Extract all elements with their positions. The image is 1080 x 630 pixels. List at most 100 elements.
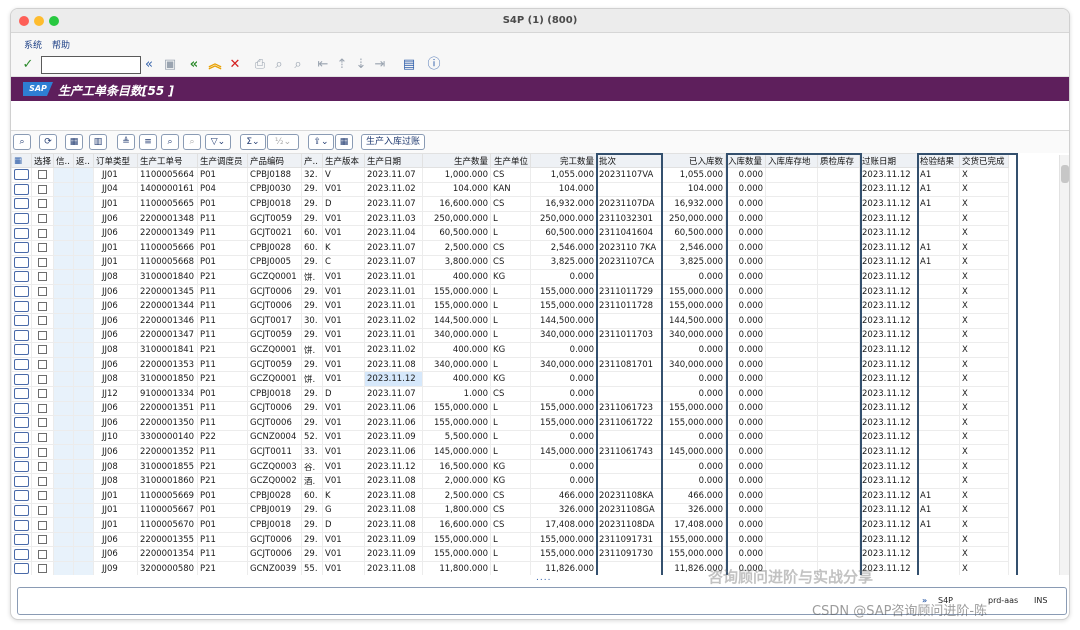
select-checkbox-cell[interactable] xyxy=(30,415,55,431)
table-row[interactable]: JJ01 1100005669 P01 CPBJ0028 60. K 2023.11.08 2… xyxy=(11,488,1010,504)
column-header[interactable]: 入库数量 xyxy=(725,153,767,168)
sort-descending-icon[interactable]: ≡ xyxy=(139,134,157,150)
select-checkbox[interactable] xyxy=(38,447,47,457)
select-checkbox[interactable] xyxy=(38,330,47,340)
table-row[interactable]: JJ06 2200001346 P11 GCJT0017 30. V01 2023.11.0… xyxy=(11,312,1010,329)
select-checkbox-cell[interactable] xyxy=(30,327,55,344)
details-icon[interactable]: ⌕ xyxy=(13,134,31,150)
row-selector[interactable] xyxy=(11,225,32,241)
select-checkbox[interactable] xyxy=(38,199,47,209)
table-row[interactable]: JJ12 9100001334 P01 CPBJ0018 29. D 2023.11.07 1… xyxy=(11,385,1010,402)
select-checkbox-cell[interactable] xyxy=(30,356,55,373)
column-header[interactable]: 已入库数 xyxy=(662,153,727,168)
select-checkbox-cell[interactable] xyxy=(30,561,55,575)
row-selector[interactable] xyxy=(11,327,32,344)
row-selector[interactable] xyxy=(11,254,32,271)
command-history-icon[interactable]: « xyxy=(141,57,157,73)
select-checkbox[interactable] xyxy=(38,272,47,282)
table-row[interactable]: JJ06 2200001351 P11 GCJT0006 29. V01 2023.11.0… xyxy=(11,400,1010,417)
column-header[interactable]: 过账日期 xyxy=(859,153,919,168)
column-header[interactable]: 质检库存 xyxy=(817,153,861,168)
row-select-box[interactable] xyxy=(14,519,29,531)
select-checkbox-cell[interactable] xyxy=(30,546,55,563)
row-select-box[interactable] xyxy=(14,359,29,371)
select-all-icon[interactable]: ▦ xyxy=(65,134,83,150)
select-checkbox[interactable] xyxy=(38,316,47,326)
alv-find-icon[interactable]: ⌕ xyxy=(161,134,179,150)
layout-icon[interactable]: ▦ xyxy=(335,134,353,150)
table-row[interactable]: JJ06 2200001355 P11 GCJT0006 29. V01 2023.11.0… xyxy=(11,531,1010,548)
row-selector[interactable] xyxy=(11,488,32,504)
print-icon[interactable]: ⎙ xyxy=(252,57,268,73)
select-checkbox[interactable] xyxy=(38,505,47,515)
table-row[interactable]: JJ06 2200001347 P11 GCJT0059 29. V01 2023.11.0… xyxy=(11,327,1010,344)
menu-help[interactable]: 帮助 xyxy=(52,38,70,51)
cancel-icon[interactable]: ✕ xyxy=(227,57,243,73)
row-select-box[interactable] xyxy=(14,271,29,283)
row-select-box[interactable] xyxy=(14,256,29,268)
save-icon[interactable]: ▣ xyxy=(162,57,178,73)
row-selector[interactable] xyxy=(11,283,32,300)
row-selector[interactable] xyxy=(11,429,32,446)
column-header[interactable]: 生产数量 xyxy=(422,153,492,168)
select-checkbox-cell[interactable] xyxy=(30,225,55,241)
select-checkbox-cell[interactable] xyxy=(30,531,55,548)
back-icon[interactable]: « xyxy=(186,57,202,73)
row-selector[interactable] xyxy=(11,239,32,256)
table-row[interactable]: JJ01 1100005667 P01 CPBJ0019 29. G 2023.11.08 1… xyxy=(11,502,1010,519)
row-selector[interactable] xyxy=(11,444,32,460)
select-checkbox[interactable] xyxy=(38,287,47,297)
row-select-box[interactable] xyxy=(14,183,29,195)
row-select-box[interactable] xyxy=(14,461,29,473)
column-header[interactable]: 生产工单号 xyxy=(137,153,199,168)
select-checkbox[interactable] xyxy=(38,374,47,384)
row-selector[interactable] xyxy=(11,196,32,212)
select-checkbox[interactable] xyxy=(38,214,47,224)
table-row[interactable]: JJ06 2200001353 P11 GCJT0059 29. V01 2023.11.0… xyxy=(11,356,1010,373)
row-select-box[interactable] xyxy=(14,242,29,254)
select-checkbox[interactable] xyxy=(38,345,47,355)
select-checkbox-cell[interactable] xyxy=(30,196,55,212)
select-checkbox[interactable] xyxy=(38,462,47,472)
table-row[interactable]: JJ01 1100005664 P01 CPBJ0188 32. V 2023.11.07 1… xyxy=(11,167,1010,183)
select-checkbox-cell[interactable] xyxy=(30,429,55,446)
row-select-box[interactable] xyxy=(14,490,29,502)
table-row[interactable]: JJ01 1100005670 P01 CPBJ0018 29. D 2023.11.08 1… xyxy=(11,517,1010,533)
row-select-box[interactable] xyxy=(14,388,29,400)
row-selector[interactable] xyxy=(11,561,32,575)
row-selector[interactable] xyxy=(11,385,32,402)
row-select-box[interactable] xyxy=(14,417,29,429)
row-select-box[interactable] xyxy=(14,286,29,298)
row-selector[interactable] xyxy=(11,312,32,329)
table-row[interactable]: JJ10 3300000140 P22 GCNZ0004 52. V01 2023.11.0… xyxy=(11,429,1010,446)
first-page-icon[interactable]: ⇤ xyxy=(315,57,331,73)
table-row[interactable]: JJ01 1100005668 P01 CPBJ0005 29. C 2023.11.07 3… xyxy=(11,254,1010,271)
subtotal-icon[interactable]: ½⌄ xyxy=(267,134,299,150)
previous-page-icon[interactable]: ⇡ xyxy=(334,57,350,73)
row-selector[interactable] xyxy=(11,458,32,475)
row-select-box[interactable] xyxy=(14,198,29,210)
exit-icon[interactable]: ︽ xyxy=(207,57,223,73)
find-icon[interactable]: ⌕ xyxy=(271,57,287,73)
select-checkbox-cell[interactable] xyxy=(30,385,55,402)
row-selector[interactable] xyxy=(11,210,32,227)
row-select-box[interactable] xyxy=(14,300,29,312)
column-header[interactable]: 完工数量 xyxy=(530,153,598,168)
column-header[interactable]: 交货已完成 xyxy=(959,153,1010,168)
column-header[interactable]: 信.. xyxy=(53,153,75,168)
column-header[interactable]: 选择 xyxy=(30,153,55,168)
select-checkbox[interactable] xyxy=(38,476,47,486)
row-selector[interactable] xyxy=(11,371,32,387)
select-checkbox-cell[interactable] xyxy=(30,269,55,285)
stock-in-post-button[interactable]: 生产入库过账 xyxy=(361,134,426,150)
create-session-icon[interactable]: ▤ xyxy=(401,57,417,73)
select-checkbox-cell[interactable] xyxy=(30,283,55,300)
column-header[interactable]: 生产调度员 xyxy=(197,153,249,168)
vertical-scrollbar[interactable] xyxy=(1059,155,1069,575)
column-header[interactable]: 订单类型 xyxy=(93,153,139,168)
column-header[interactable]: 产.. xyxy=(301,153,324,168)
select-checkbox[interactable] xyxy=(38,520,47,530)
table-row[interactable]: JJ08 3100001860 P21 GCZQ0002 酒. V01 2023.11.08… xyxy=(11,473,1010,490)
row-selector[interactable] xyxy=(11,517,32,533)
row-select-box[interactable] xyxy=(14,548,29,560)
